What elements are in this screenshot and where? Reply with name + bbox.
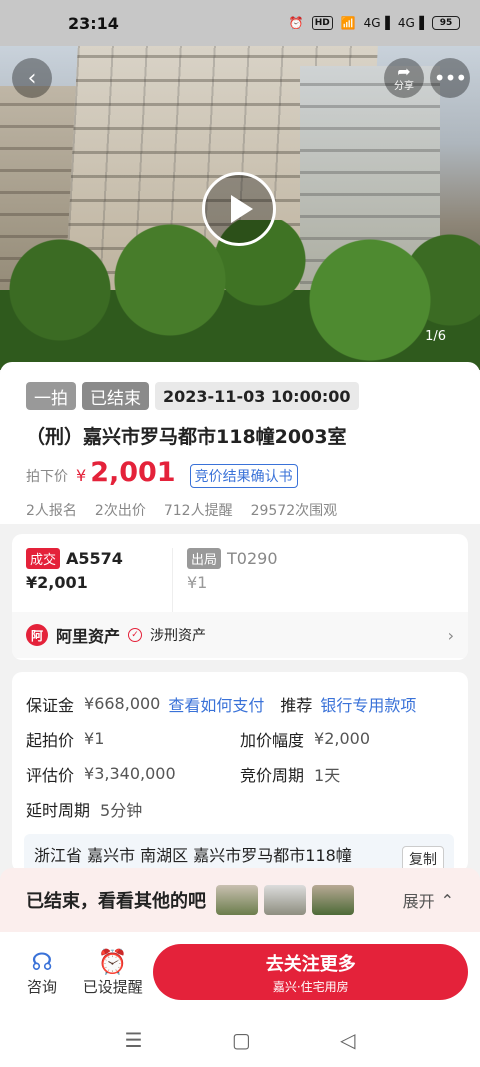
more-icon: ••• <box>433 66 467 90</box>
bid-result-card: 成交 A5574 ¥2,001 出局 T0290 ¥1 阿 阿里资产 ✓ 涉刑资… <box>12 534 468 660</box>
delay-label: 延时周期 <box>26 800 91 820</box>
menu-icon[interactable]: ☰ <box>125 1028 143 1052</box>
price-label: 拍下价 <box>26 469 68 485</box>
platform-name: 阿里资产 <box>56 627 121 646</box>
consult-button[interactable]: ☊ 咨询 <box>20 948 64 997</box>
appraisal-label: 评估价 <box>26 765 75 785</box>
how-to-pay-link[interactable]: 查看如何支付 <box>168 692 264 716</box>
auction-info-card: 保证金 ¥668,000 查看如何支付 推荐 银行专用款项 起拍价 ¥1 加价幅… <box>12 672 468 872</box>
auction-datetime: 2023-11-03 10:00:00 <box>155 382 359 410</box>
back-button[interactable]: ‹ <box>12 58 52 98</box>
address-box: 浙江省 嘉兴市 南湖区 嘉兴市罗马都市118幢 复制 <box>24 834 454 872</box>
stat-bids: 2次出价 <box>94 503 146 519</box>
status-icons: ⏰ HD 📶 4G ▐ 4G ▐ 95 <box>289 16 460 30</box>
bid-results: 成交 A5574 ¥2,001 出局 T0290 ¥1 <box>12 534 468 612</box>
loser-code: T0290 <box>227 549 278 568</box>
expand-label: 展开 <box>402 892 435 911</box>
auction-tags: 一拍 已结束 2023-11-03 10:00:00 <box>26 382 454 410</box>
price-row: 拍下价 ¥ 2,001 竞价结果确认书 <box>26 457 454 488</box>
share-icon: ➦ <box>397 62 411 81</box>
ended-recommend-bar[interactable]: 已结束，看看其他的吧 展开 ⌃ <box>0 868 480 932</box>
address-text: 浙江省 嘉兴市 南湖区 嘉兴市罗马都市118幢 <box>34 846 352 865</box>
winner-code: A5574 <box>66 549 123 568</box>
bank-payment-link[interactable]: 银行专用款项 <box>320 692 416 716</box>
period-label: 竞价周期 <box>240 765 305 785</box>
battery-icon: 95 <box>432 16 460 30</box>
share-button[interactable]: ➦ 分享 <box>384 58 424 98</box>
follow-sub-label: 嘉兴·住宅用房 <box>272 979 349 994</box>
check-circle-icon: ✓ <box>128 628 143 642</box>
home-icon[interactable]: ▢ <box>232 1028 251 1052</box>
photo-counter: 1/6 <box>425 329 446 344</box>
thumbnail-2[interactable] <box>264 885 306 915</box>
platform-row[interactable]: 阿 阿里资产 ✓ 涉刑资产 › <box>12 612 468 658</box>
network-label-2: 4G <box>397 16 415 30</box>
follow-more-button[interactable]: 去关注更多 嘉兴·住宅用房 <box>153 944 468 1000</box>
loser-bid: 出局 T0290 ¥1 <box>172 548 318 612</box>
result-certificate-link[interactable]: 竞价结果确认书 <box>189 464 298 488</box>
deposit-label: 保证金 <box>26 695 75 715</box>
stat-reminders: 712人提醒 <box>163 503 233 519</box>
appraisal-value: ¥3,340,000 <box>84 764 176 783</box>
winner-badge: 成交 <box>26 548 61 569</box>
play-video-button[interactable] <box>202 172 276 246</box>
bottom-action-bar: ☊ 咨询 ⏰ 已设提醒 去关注更多 嘉兴·住宅用房 <box>0 932 480 1012</box>
period-value: 1天 <box>314 765 341 785</box>
price-currency: ¥ <box>76 466 87 485</box>
thumbnail-1[interactable] <box>216 885 258 915</box>
start-price-label: 起拍价 <box>26 730 75 750</box>
more-button[interactable]: ••• <box>430 58 470 98</box>
alarm-icon: ⏰ <box>288 16 304 30</box>
reminder-label: 已设提醒 <box>82 977 143 996</box>
recommend-thumbnails <box>216 885 354 915</box>
chevron-left-icon: ‹ <box>27 65 37 91</box>
signal-icon-2: 4G ▐ <box>397 16 424 30</box>
signal-icon-1: 4G ▐ <box>363 16 390 30</box>
back-triangle-icon[interactable]: ◁ <box>340 1028 355 1052</box>
wifi-icon: 📶 <box>340 16 356 30</box>
deposit-value: ¥668,000 <box>84 694 161 713</box>
stat-signups: 2人报名 <box>26 503 77 519</box>
appraisal-row: 评估价 ¥3,340,000 竞价周期 1天 <box>26 756 454 791</box>
deposit-row: 保证金 ¥668,000 查看如何支付 推荐 银行专用款项 <box>26 686 454 721</box>
delay-value: 5分钟 <box>100 800 143 820</box>
share-label: 分享 <box>394 81 414 92</box>
reminder-button[interactable]: ⏰ 已设提醒 <box>82 948 143 997</box>
auction-stats: 2人报名 2次出价 712人提醒 29572次围观 <box>26 500 454 520</box>
alarm-clock-icon: ⏰ <box>97 947 128 976</box>
system-nav-bar: ☰ ▢ ◁ <box>0 1012 480 1067</box>
stat-views: 29572次围观 <box>250 503 338 519</box>
consult-label: 咨询 <box>27 977 58 996</box>
increment-label: 加价幅度 <box>240 730 305 750</box>
delay-row: 延时周期 5分钟 <box>26 791 454 826</box>
winner-bid: 成交 A5574 ¥2,001 <box>26 548 172 612</box>
auction-summary-card: 一拍 已结束 2023-11-03 10:00:00 （刑）嘉兴市罗马都市118… <box>0 362 480 524</box>
asset-category: 涉刑资产 <box>150 628 207 644</box>
final-price: 2,001 <box>90 457 176 488</box>
expand-button[interactable]: 展开 ⌃ <box>403 888 454 912</box>
ended-text: 已结束，看看其他的吧 <box>26 891 206 912</box>
headset-icon: ☊ <box>31 947 53 976</box>
chevron-up-icon: ⌃ <box>440 890 454 910</box>
thumbnail-3[interactable] <box>312 885 354 915</box>
chevron-right-icon: › <box>447 625 454 645</box>
winner-price: ¥2,001 <box>26 573 88 592</box>
loser-price: ¥1 <box>187 573 208 592</box>
page-title: （刑）嘉兴市罗马都市118幢2003室 <box>26 426 347 448</box>
follow-main-label: 去关注更多 <box>265 953 356 975</box>
play-icon <box>231 195 253 223</box>
status-time: 23:14 <box>68 13 119 33</box>
recommend-label: 推荐 <box>280 695 313 715</box>
hd-icon: HD <box>311 16 333 30</box>
status-bar: 23:14 ⏰ HD 📶 4G ▐ 4G ▐ 95 <box>0 0 480 46</box>
network-label-1: 4G <box>363 16 381 30</box>
price-info-row: 起拍价 ¥1 加价幅度 ¥2,000 <box>26 721 454 756</box>
status-tag: 已结束 <box>82 382 149 410</box>
increment-value: ¥2,000 <box>314 729 370 748</box>
property-photo[interactable]: ‹ ➦ 分享 ••• 1/6 <box>0 46 480 370</box>
loser-badge: 出局 <box>187 548 222 569</box>
round-tag: 一拍 <box>26 382 76 410</box>
start-price-value: ¥1 <box>84 729 105 748</box>
ali-assets-logo: 阿 <box>26 624 48 646</box>
